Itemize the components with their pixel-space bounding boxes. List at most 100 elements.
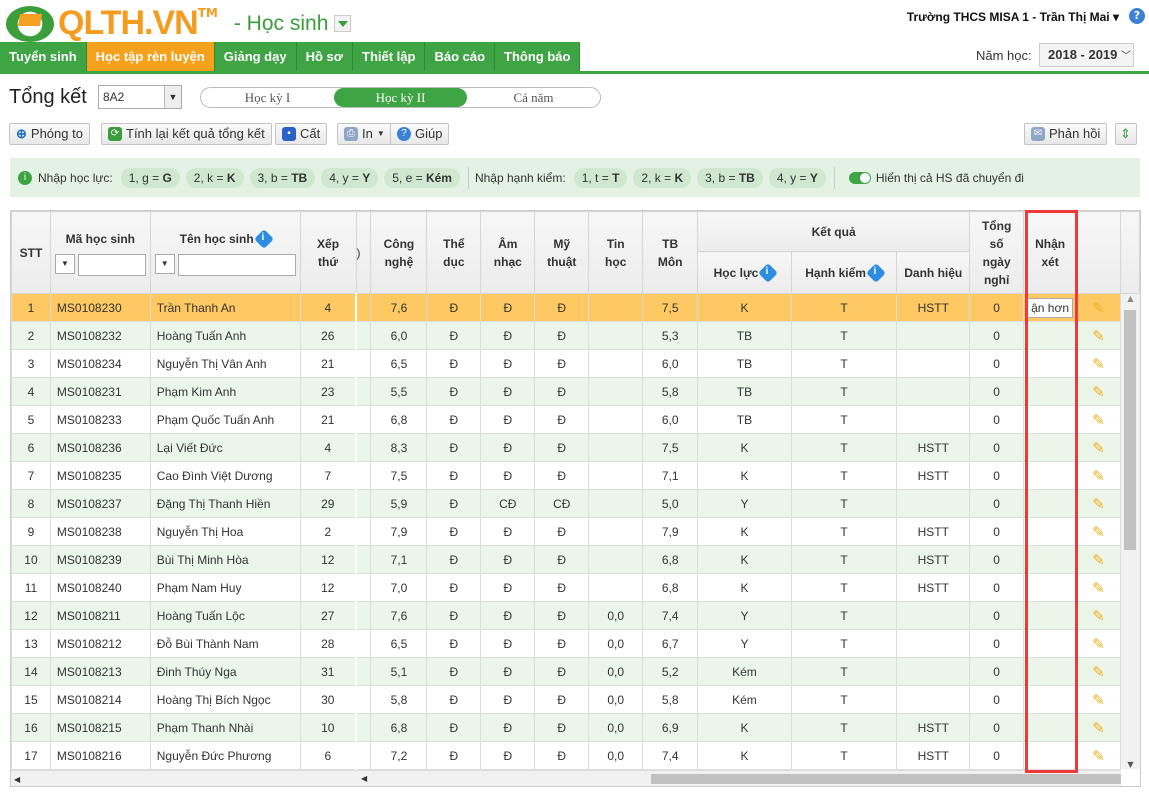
edit-cell[interactable]: ✎ bbox=[1076, 545, 1121, 574]
module-dropdown[interactable] bbox=[334, 15, 352, 32]
pencil-icon[interactable]: ✎ bbox=[1092, 356, 1105, 373]
cell[interactable] bbox=[896, 321, 971, 350]
cell[interactable]: T bbox=[790, 489, 898, 518]
cell[interactable]: K bbox=[697, 573, 792, 602]
cell[interactable]: Đ bbox=[480, 713, 536, 742]
cell[interactable]: K bbox=[697, 545, 792, 574]
recalc-button[interactable]: ⟳ Tính lại kết quả tổng kết bbox=[101, 123, 272, 145]
cell[interactable]: 7,5 bbox=[370, 461, 428, 490]
cell[interactable]: T bbox=[790, 293, 898, 322]
nav-item[interactable]: Học tập rèn luyện bbox=[86, 42, 215, 72]
cell[interactable]: 0 bbox=[969, 601, 1025, 630]
nhan-xet-input[interactable]: ận hơn bbox=[1027, 297, 1074, 318]
cell[interactable]: Đ bbox=[480, 405, 536, 434]
cell[interactable]: Hoàng Tuấn Lộc bbox=[149, 601, 301, 630]
cell[interactable]: 6,9 bbox=[642, 713, 699, 742]
cell[interactable]: 11 bbox=[11, 573, 51, 602]
pencil-icon[interactable]: ✎ bbox=[1092, 720, 1105, 737]
cell[interactable]: MS0108214 bbox=[49, 685, 151, 714]
cell[interactable]: 5 bbox=[11, 405, 51, 434]
cell[interactable]: Đ bbox=[534, 685, 590, 714]
cell[interactable] bbox=[588, 293, 644, 322]
cell[interactable]: Đ bbox=[426, 349, 482, 378]
cell[interactable]: Đ bbox=[534, 349, 590, 378]
cell-nhan-xet[interactable] bbox=[1023, 573, 1078, 602]
cell[interactable]: Đ bbox=[426, 545, 482, 574]
table-row[interactable]: 2 MS0108232 Hoàng Tuấn Anh 26 6,0 Đ Đ Đ 5,3 TB T 0 ✎ bbox=[11, 321, 1140, 350]
table-row[interactable]: 13 MS0108212 Đỗ Bùi Thành Nam 28 6,5 Đ Đ Đ 0,0 6,… bbox=[11, 629, 1140, 658]
cell[interactable]: T bbox=[790, 685, 898, 714]
cell[interactable]: HSTT bbox=[896, 741, 971, 770]
cell[interactable]: 5,1 bbox=[370, 657, 428, 686]
cell[interactable]: 5,3 bbox=[642, 321, 699, 350]
cell[interactable]: Đặng Thị Thanh Hiền bbox=[149, 489, 301, 518]
table-row[interactable]: 8 MS0108237 Đặng Thị Thanh Hiền 29 5,9 Đ CĐ CĐ 5… bbox=[11, 489, 1140, 518]
edit-cell[interactable]: ✎ bbox=[1076, 321, 1121, 350]
cell[interactable]: HSTT bbox=[896, 293, 971, 322]
cell[interactable]: 6,8 bbox=[642, 545, 699, 574]
pencil-icon[interactable]: ✎ bbox=[1092, 748, 1105, 765]
cell[interactable]: Đ bbox=[534, 517, 590, 546]
cell[interactable]: T bbox=[790, 377, 898, 406]
cell[interactable]: 6,5 bbox=[370, 629, 428, 658]
print-button[interactable]: ⎙ In ▼ bbox=[337, 123, 391, 145]
vertical-scrollbar[interactable]: ▲ ▼ bbox=[1121, 294, 1140, 769]
tab-hoc-ky-1[interactable]: Học kỳ I bbox=[201, 88, 334, 107]
cell[interactable]: K bbox=[697, 741, 792, 770]
cell[interactable]: HSTT bbox=[896, 573, 971, 602]
cell[interactable]: Y bbox=[697, 601, 792, 630]
cell[interactable]: Đ bbox=[534, 545, 590, 574]
feedback-button[interactable]: ✉ Phản hồi bbox=[1024, 123, 1108, 145]
cell-nhan-xet[interactable] bbox=[1023, 601, 1078, 630]
cell[interactable] bbox=[588, 489, 644, 518]
cell[interactable]: Đ bbox=[480, 629, 536, 658]
cell[interactable]: 26 bbox=[299, 321, 357, 350]
tab-hoc-ky-2[interactable]: Học kỳ II bbox=[334, 88, 467, 107]
cell[interactable]: CĐ bbox=[534, 489, 590, 518]
cell[interactable]: 0 bbox=[969, 433, 1025, 462]
table-row[interactable]: 4 MS0108231 Phạm Kim Anh 23 5,5 Đ Đ Đ 5,8 TB T 0 ✎ bbox=[11, 377, 1140, 406]
cell[interactable]: T bbox=[790, 741, 898, 770]
filter-ten-input[interactable] bbox=[177, 253, 296, 276]
cell[interactable]: 0,0 bbox=[588, 629, 644, 658]
save-button[interactable]: ▪ Cất bbox=[275, 123, 328, 145]
cell[interactable]: 30 bbox=[299, 685, 357, 714]
info-icon[interactable] bbox=[758, 263, 779, 284]
edit-cell[interactable]: ✎ bbox=[1076, 433, 1121, 462]
cell-nhan-xet[interactable] bbox=[1023, 657, 1078, 686]
cell[interactable] bbox=[588, 517, 644, 546]
cell[interactable]: 0 bbox=[969, 545, 1025, 574]
cell[interactable]: 1 bbox=[11, 293, 51, 322]
cell[interactable]: Đ bbox=[534, 657, 590, 686]
cell[interactable]: T bbox=[790, 349, 898, 378]
cell[interactable]: Đ bbox=[426, 601, 482, 630]
cell[interactable]: Đ bbox=[480, 461, 536, 490]
cell[interactable]: Đ bbox=[480, 657, 536, 686]
cell[interactable]: 7,5 bbox=[642, 293, 699, 322]
cell[interactable]: 5,2 bbox=[642, 657, 699, 686]
cell[interactable]: TB bbox=[697, 349, 792, 378]
cell[interactable]: T bbox=[790, 405, 898, 434]
cell[interactable]: Đ bbox=[534, 741, 590, 770]
cell[interactable]: 27 bbox=[299, 601, 357, 630]
cell[interactable]: Đỗ Bùi Thành Nam bbox=[149, 629, 301, 658]
cell[interactable]: Phạm Kim Anh bbox=[149, 377, 301, 406]
info-icon[interactable] bbox=[253, 229, 274, 250]
cell[interactable]: 7,1 bbox=[642, 461, 699, 490]
cell-nhan-xet[interactable] bbox=[1023, 349, 1078, 378]
cell[interactable]: K bbox=[697, 517, 792, 546]
nav-item[interactable]: Hồ sơ bbox=[296, 42, 354, 72]
cell[interactable]: 6,5 bbox=[370, 349, 428, 378]
cell[interactable]: 2 bbox=[11, 321, 51, 350]
cell[interactable]: HSTT bbox=[896, 713, 971, 742]
cell[interactable]: T bbox=[790, 629, 898, 658]
cell[interactable]: 21 bbox=[299, 349, 357, 378]
cell-nhan-xet[interactable] bbox=[1023, 489, 1078, 518]
cell[interactable]: 23 bbox=[299, 377, 357, 406]
cell[interactable]: 0 bbox=[969, 321, 1025, 350]
cell[interactable] bbox=[588, 377, 644, 406]
cell[interactable]: 0,0 bbox=[588, 685, 644, 714]
cell[interactable]: MS0108215 bbox=[49, 713, 151, 742]
cell-nhan-xet[interactable] bbox=[1023, 377, 1078, 406]
cell[interactable]: Đ bbox=[426, 461, 482, 490]
